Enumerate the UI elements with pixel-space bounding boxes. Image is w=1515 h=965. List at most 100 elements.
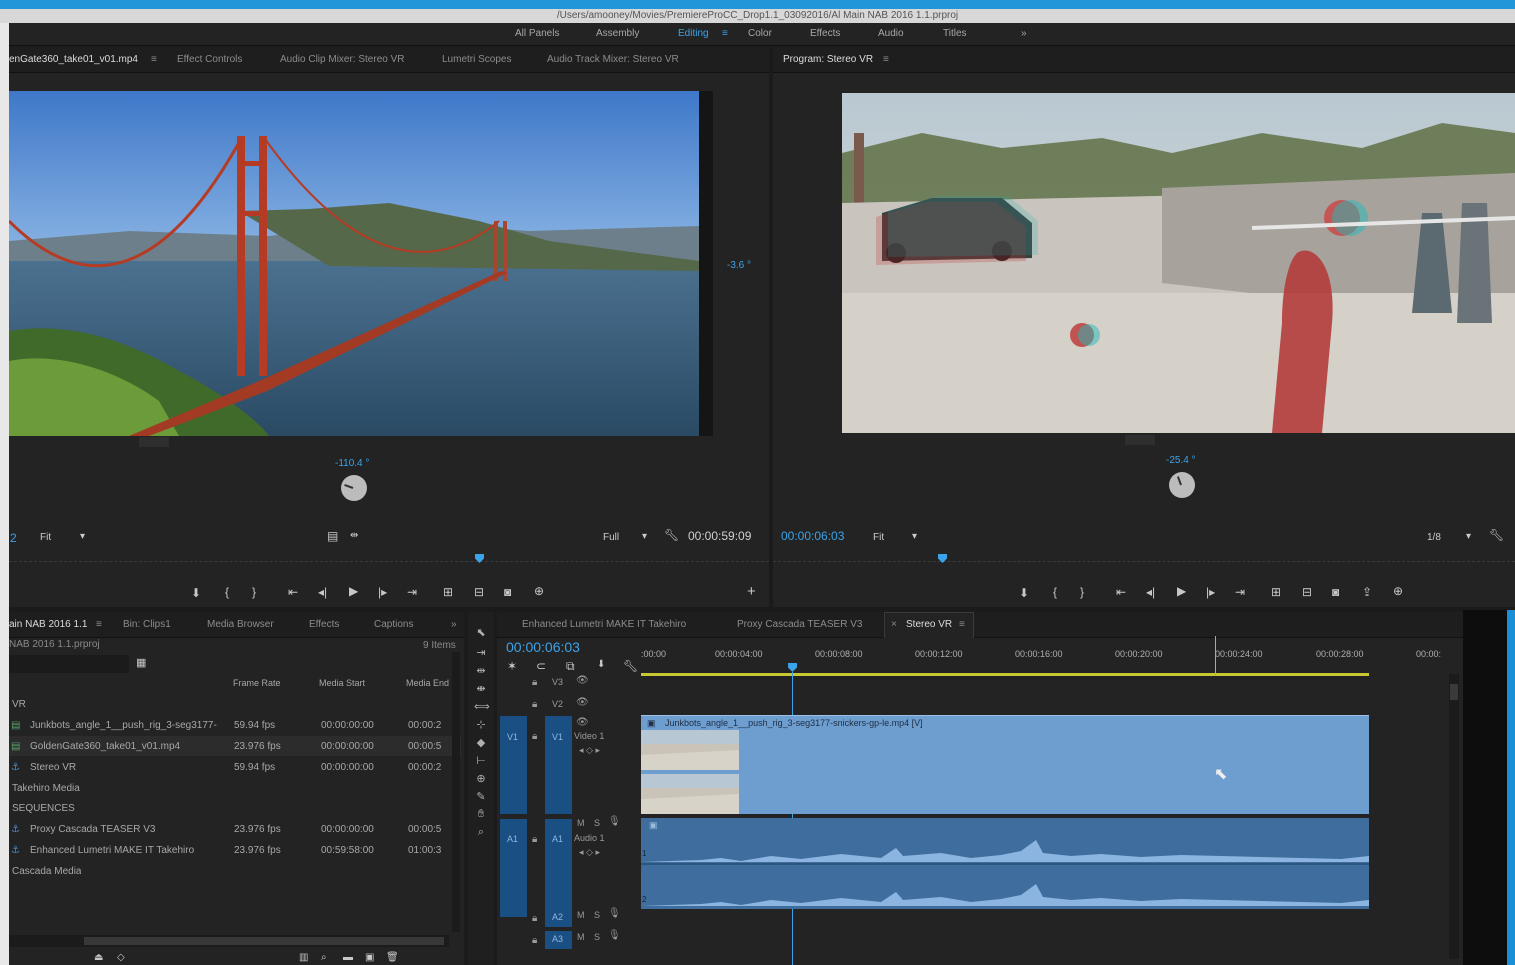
tab-stereo-vr-menu-icon[interactable]: ≡ <box>959 619 965 630</box>
tab-effect-controls[interactable]: Effect Controls <box>177 54 242 65</box>
program-resolution-chevron-icon[interactable]: ▾ <box>1466 531 1471 542</box>
project-row[interactable]: Cascada Media <box>9 861 461 881</box>
program-export-frame-icon[interactable]: ◙ <box>1332 585 1339 599</box>
linked-selection-icon[interactable]: ⧉ <box>566 659 575 674</box>
program-video-frame[interactable] <box>842 93 1515 433</box>
program-timecode[interactable]: 00:00:06:03 <box>781 529 844 543</box>
mark-in-icon[interactable]: { <box>225 585 229 599</box>
workspace-all-panels[interactable]: All Panels <box>515 28 559 39</box>
tab-audio-clip-mixer[interactable]: Audio Clip Mixer: Stereo VR <box>280 54 405 65</box>
add-marker-icon[interactable]: ⬇︎ <box>597 659 605 670</box>
timeline-playhead[interactable] <box>788 663 797 672</box>
tab-stereo-vr[interactable]: × Stereo VR ≡ <box>884 612 974 638</box>
column-frame-rate[interactable]: Frame Rate <box>233 678 281 688</box>
a1-source-patch[interactable]: A1 <box>500 819 527 917</box>
a2-lock-icon[interactable]: 🔒︎ <box>532 913 537 924</box>
v1-eye-icon[interactable]: 👁︎ <box>576 717 589 728</box>
source-fit-chevron-icon[interactable]: ▾ <box>80 531 85 542</box>
snap-icon[interactable]: ⊂ <box>536 659 546 673</box>
timeline-settings-icon[interactable]: 🔧︎ <box>623 659 638 673</box>
workspace-menu-icon[interactable]: ≡ <box>722 28 728 39</box>
track-select-tool-icon[interactable]: ⇥ <box>474 646 488 660</box>
a2-voiceover-icon[interactable]: 🎙︎ <box>608 908 621 919</box>
go-to-out-icon[interactable]: ⇥ <box>407 585 417 599</box>
tab-source-clip[interactable]: enGate360_take01_v01.mp4 <box>9 54 138 65</box>
program-go-to-out-icon[interactable]: ⇥ <box>1235 585 1245 599</box>
v2-label[interactable]: V2 <box>552 699 563 709</box>
tab-audio-track-mixer[interactable]: Audio Track Mixer: Stereo VR <box>547 54 679 65</box>
automate-icon[interactable]: ▥ <box>299 952 308 963</box>
source-settings-icon[interactable]: ▤ <box>327 529 338 543</box>
project-vscroll[interactable] <box>452 652 460 932</box>
project-hscroll-thumb[interactable] <box>84 937 444 945</box>
lift-icon[interactable]: ⊞ <box>1271 585 1281 599</box>
tab-enhanced-lumetri[interactable]: Enhanced Lumetri MAKE IT Takehiro <box>522 619 686 630</box>
rolling-edit-tool-icon[interactable]: ⇼ <box>474 682 488 696</box>
project-overflow-icon[interactable]: » <box>451 619 457 630</box>
project-row[interactable]: ⚓︎ Proxy Cascada TEASER V3 23.976 fps 00:00… <box>9 819 461 839</box>
source-fit-select[interactable]: Fit <box>40 532 51 543</box>
source-horizontal-scroll[interactable] <box>139 437 169 447</box>
go-to-in-icon[interactable]: ⇤ <box>288 585 298 599</box>
rate-stretch-tool-icon[interactable]: ⟺ <box>474 700 490 714</box>
marker-icon[interactable]: ⬇︎ <box>191 586 201 600</box>
hand-tool-icon[interactable]: ✋︎ <box>474 808 488 822</box>
vr-video-icon[interactable]: ⊕ <box>534 584 544 598</box>
new-bin-icon[interactable]: ▦ <box>136 656 146 669</box>
slip-tool-icon[interactable]: ⊢ <box>474 754 488 768</box>
source-timecode[interactable]: 00:00:59:09 <box>688 529 751 543</box>
timeline-timecode[interactable]: 00:00:06:03 <box>506 639 580 655</box>
program-mark-out-icon[interactable]: } <box>1080 585 1084 599</box>
workspace-effects[interactable]: Effects <box>810 28 840 39</box>
project-row[interactable]: ▤ Junkbots_angle_1__push_rig_3-seg3177- 59… <box>9 715 461 735</box>
a3-solo-button[interactable]: S <box>594 932 600 942</box>
tab-menu-icon[interactable]: ≡ <box>151 54 157 65</box>
column-media-end[interactable]: Media End <box>406 678 449 688</box>
find-icon[interactable]: ⌕ <box>321 952 327 963</box>
a1-keyframe-nav-icon[interactable]: ◂ ◇ ▸ <box>579 847 600 858</box>
button-editor-add-icon[interactable]: + <box>747 583 756 600</box>
v2-eye-icon[interactable]: 👁︎ <box>576 697 589 708</box>
project-row[interactable]: Takehiro Media <box>9 778 461 798</box>
video-clip[interactable]: ▣ Junkbots_angle_1__push_rig_3-seg3177-s… <box>641 715 1369 814</box>
project-hscroll-track[interactable] <box>9 935 449 947</box>
a3-mute-button[interactable]: M <box>577 932 585 942</box>
tab-project[interactable]: ain NAB 2016 1.1 <box>9 619 87 630</box>
selection-tool-icon[interactable]: ⬉ <box>474 626 488 640</box>
bin-icon[interactable]: ▬ <box>343 952 353 963</box>
play-icon[interactable]: ▶ <box>349 584 358 598</box>
program-step-back-icon[interactable]: ◂| <box>1146 585 1155 599</box>
extract-icon[interactable]: ⊟ <box>1302 585 1312 599</box>
workspace-assembly[interactable]: Assembly <box>596 28 639 39</box>
source-timecode-left[interactable]: 2 <box>10 531 17 545</box>
list-view-icon[interactable]: ◇ <box>117 952 125 963</box>
v1-keyframe-nav-icon[interactable]: ◂ ◇ ▸ <box>579 745 600 756</box>
program-fit-select[interactable]: Fit <box>873 532 884 543</box>
source-drag-video-icon[interactable]: ⇹ <box>350 530 358 541</box>
program-marker-icon[interactable]: ⬇︎ <box>1019 586 1029 600</box>
source-vertical-scroll[interactable] <box>699 91 713 436</box>
source-time-ruler[interactable] <box>9 561 769 573</box>
program-play-icon[interactable]: ▶ <box>1177 584 1186 598</box>
project-row[interactable]: VR <box>9 694 461 714</box>
project-row[interactable]: ⚓︎ Enhanced Lumetri MAKE IT Takehiro 23.97… <box>9 840 461 860</box>
a1-target[interactable]: A1 <box>545 819 572 917</box>
tab-bin-clips1[interactable]: Bin: Clips1 <box>123 619 171 630</box>
source-quality-chevron-icon[interactable]: ▾ <box>642 531 647 542</box>
program-time-ruler[interactable] <box>773 561 1515 573</box>
project-row[interactable]: ▤ GoldenGate360_take01_v01.mp4 23.976 fps 0… <box>9 736 461 756</box>
program-vr-video-icon[interactable]: ⊕ <box>1393 584 1403 598</box>
razor-align-icon[interactable]: ⊹ <box>474 718 488 732</box>
source-wrench-icon[interactable]: 🔧︎ <box>664 528 679 542</box>
trash-icon[interactable]: 🗑︎ <box>386 952 399 963</box>
a1-lock-icon[interactable]: 🔒︎ <box>532 834 537 845</box>
program-resolution-select[interactable]: 1/8 <box>1427 532 1441 543</box>
project-search-input[interactable] <box>9 655 129 673</box>
source-quality-select[interactable]: Full <box>603 532 619 543</box>
source-rotation-dial[interactable] <box>341 475 367 501</box>
a3-target[interactable]: A3 <box>545 931 572 949</box>
a2-solo-button[interactable]: S <box>594 910 600 920</box>
timeline-vscroll-thumb[interactable] <box>1450 684 1458 700</box>
project-tab-menu-icon[interactable]: ≡ <box>96 619 102 630</box>
program-step-forward-icon[interactable]: |▸ <box>1206 585 1215 599</box>
